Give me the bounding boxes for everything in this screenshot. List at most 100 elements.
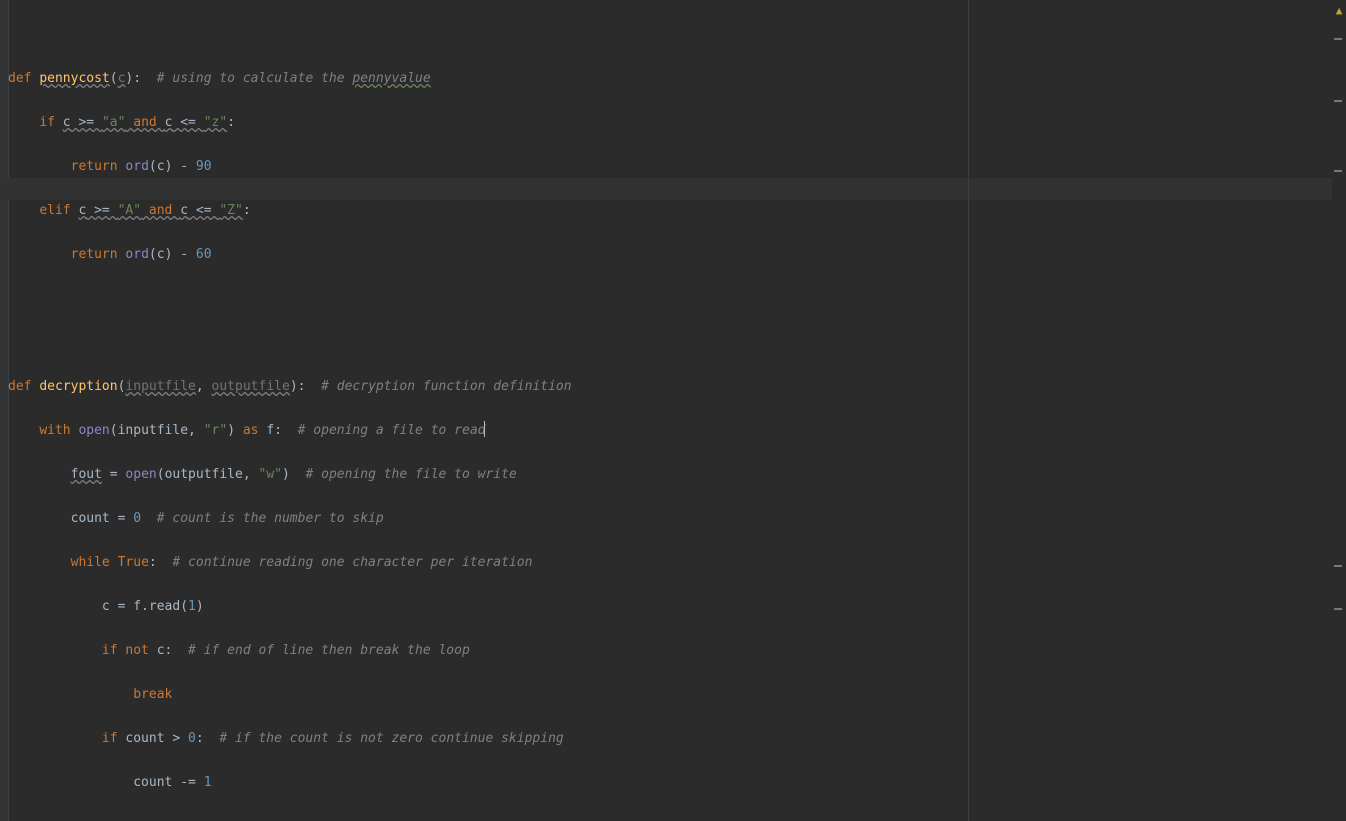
comment: # opening a file to read	[298, 423, 486, 438]
error-stripe[interactable]: ▲	[1332, 0, 1346, 821]
str-r: "r"	[204, 423, 227, 438]
kw-as: as	[235, 423, 266, 438]
op-minus: -	[172, 159, 195, 174]
comma: ,	[188, 423, 204, 438]
op-gt: >	[165, 731, 188, 746]
comma: ,	[196, 379, 212, 394]
paren-open: (	[110, 423, 118, 438]
op-le: <=	[172, 115, 203, 130]
var-count: count	[133, 775, 172, 790]
str-Z: "Z"	[219, 203, 242, 218]
fn-decryption: decryption	[39, 379, 117, 394]
num-90: 90	[196, 159, 212, 174]
kw-if: if	[102, 731, 125, 746]
num-1: 1	[188, 599, 196, 614]
paren-open: (	[110, 71, 118, 86]
op-le: <=	[188, 203, 219, 218]
param-outputfile: outputfile	[212, 379, 290, 394]
paren-close: )	[196, 599, 204, 614]
var-fout: fout	[71, 467, 102, 482]
str-A: "A"	[118, 203, 141, 218]
kw-if: if	[39, 115, 62, 130]
colon: :	[298, 379, 306, 394]
var-count: count	[125, 731, 164, 746]
builtin-open: open	[78, 423, 109, 438]
marker[interactable]	[1334, 100, 1342, 102]
arg-outputfile: outputfile	[165, 467, 243, 482]
var-c: c	[157, 247, 165, 262]
kw-with: with	[39, 423, 78, 438]
comment: # opening the file to write	[305, 467, 516, 482]
kw-def: def	[8, 379, 39, 394]
kw-and: and	[141, 203, 180, 218]
kw-while: while	[71, 555, 118, 570]
call-fread: f.read	[133, 599, 180, 614]
var-c: c	[157, 159, 165, 174]
paren-open: (	[157, 467, 165, 482]
comment: # continue reading one character per ite…	[172, 555, 532, 570]
paren-close: )	[290, 379, 298, 394]
builtin-ord: ord	[125, 247, 148, 262]
op-minus: -	[172, 247, 195, 262]
paren-close: )	[227, 423, 235, 438]
code-area[interactable]: def pennycost(c): # using to calculate t…	[8, 2, 1318, 811]
warning-icon[interactable]: ▲	[1334, 6, 1344, 16]
kw-not: not	[125, 643, 156, 658]
param-inputfile: inputfile	[125, 379, 195, 394]
marker[interactable]	[1334, 170, 1342, 172]
kw-def: def	[8, 71, 39, 86]
colon: :	[165, 643, 173, 658]
num-0: 0	[188, 731, 196, 746]
paren-close: )	[282, 467, 290, 482]
var-f: f	[266, 423, 274, 438]
marker[interactable]	[1334, 608, 1342, 610]
str-w: "w"	[259, 467, 282, 482]
comma: ,	[243, 467, 259, 482]
var-c: c	[157, 643, 165, 658]
str-z: "z"	[204, 115, 227, 130]
num-1: 1	[204, 775, 212, 790]
kw-true: True	[118, 555, 149, 570]
kw-return: return	[71, 247, 126, 262]
op-ge: >=	[71, 115, 102, 130]
var-count: count	[71, 511, 110, 526]
builtin-ord: ord	[125, 159, 148, 174]
num-0: 0	[133, 511, 141, 526]
comment: # if the count is not zero continue skip…	[219, 731, 563, 746]
text-caret	[484, 421, 485, 437]
comment-word: pennyvalue	[352, 71, 430, 86]
comment: # count is the number to skip	[157, 511, 384, 526]
colon: :	[227, 115, 235, 130]
comment: # if end of line then break the loop	[188, 643, 470, 658]
comment: # decryption function definition	[321, 379, 571, 394]
op-eq: =	[110, 599, 133, 614]
colon: :	[274, 423, 282, 438]
marker[interactable]	[1334, 565, 1342, 567]
marker[interactable]	[1334, 38, 1342, 40]
num-60: 60	[196, 247, 212, 262]
kw-return: return	[71, 159, 126, 174]
builtin-open: open	[125, 467, 156, 482]
paren-open: (	[149, 247, 157, 262]
op-eq: =	[102, 467, 125, 482]
arg-inputfile: inputfile	[118, 423, 188, 438]
op-eq: =	[110, 511, 133, 526]
var-c: c	[63, 115, 71, 130]
code-editor[interactable]: def pennycost(c): # using to calculate t…	[0, 0, 1346, 821]
fn-pennycost: pennycost	[39, 71, 109, 86]
kw-and: and	[125, 115, 164, 130]
var-c: c	[102, 599, 110, 614]
comment: # using to calculate the	[157, 71, 353, 86]
var-c: c	[180, 203, 188, 218]
kw-if: if	[102, 643, 125, 658]
kw-elif: elif	[39, 203, 78, 218]
colon: :	[196, 731, 204, 746]
op-minuseq: -=	[172, 775, 203, 790]
str-a: "a"	[102, 115, 125, 130]
colon: :	[149, 555, 157, 570]
kw-break: break	[133, 687, 172, 702]
colon: :	[133, 71, 141, 86]
paren-open: (	[180, 599, 188, 614]
paren-open: (	[149, 159, 157, 174]
op-ge: >=	[86, 203, 117, 218]
